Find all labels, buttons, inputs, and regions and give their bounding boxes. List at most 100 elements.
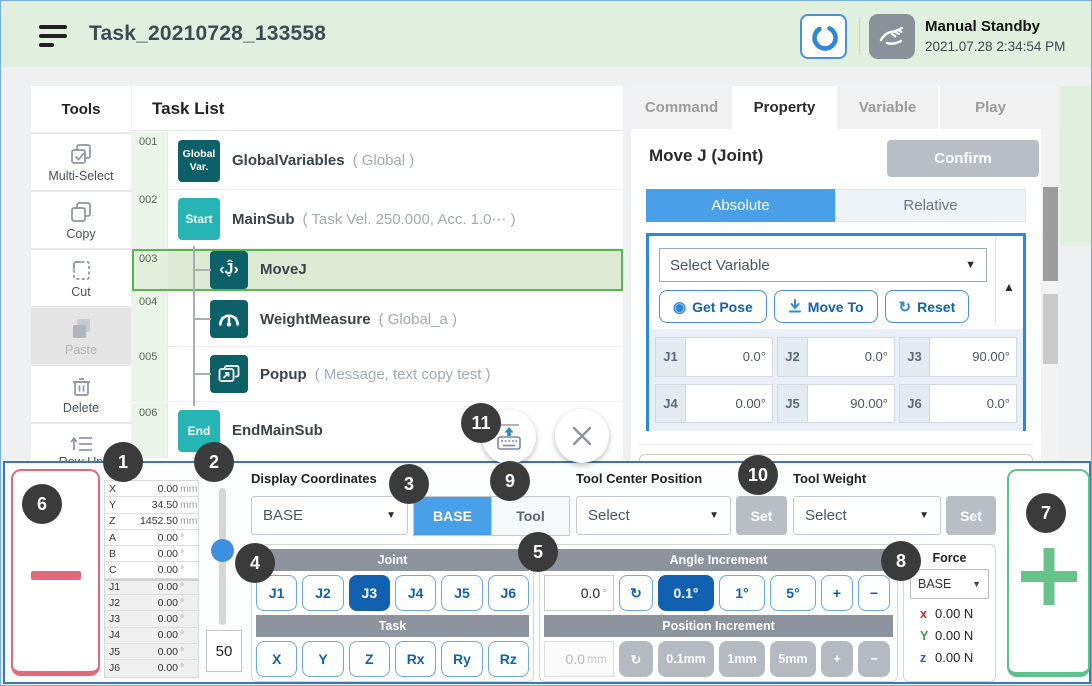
property-tabs: Command Property Variable Play <box>631 86 1041 129</box>
toggle-tool[interactable]: Tool <box>491 497 569 535</box>
scrollbar-thumb[interactable] <box>1043 187 1058 281</box>
tool-label: Multi-Select <box>48 169 113 183</box>
joint-field-j1: J1 0.0° <box>655 337 773 377</box>
position-plus-button[interactable]: + <box>821 641 853 677</box>
tool-center-position-dropdown[interactable]: Select ▼ <box>576 496 731 535</box>
task-row-globalvariables[interactable]: 001 Global Var. GlobalVariables ( Global… <box>132 132 623 190</box>
coord-unit: ° <box>178 629 198 641</box>
absolute-tab[interactable]: Absolute <box>646 189 835 222</box>
tool-label: Copy <box>66 227 95 241</box>
display-coordinates-label: Display Coordinates <box>251 471 377 486</box>
jog-axis-j5[interactable]: J5 <box>441 575 482 611</box>
tab-command[interactable]: Command <box>631 86 734 129</box>
jog-axis-j2[interactable]: J2 <box>302 575 343 611</box>
jog-axis-x[interactable]: X <box>256 641 297 677</box>
force-frame-dropdown[interactable]: BASE ▼ <box>910 569 989 599</box>
coord-value: 0.00 <box>124 548 178 560</box>
jog-axis-ry[interactable]: Ry <box>441 641 482 677</box>
jog-axis-z[interactable]: Z <box>349 641 390 677</box>
tool-cut-button[interactable]: Cut <box>31 250 131 306</box>
reset-button[interactable]: ↻ Reset <box>885 290 970 323</box>
jog-axis-j4[interactable]: J4 <box>395 575 436 611</box>
coord-unit: ° <box>178 548 198 560</box>
paste-icon <box>69 316 94 341</box>
row-body: Popup ( Message, text copy test ) <box>168 347 623 401</box>
jog-axis-y[interactable]: Y <box>302 641 343 677</box>
command-name: EndMainSub <box>232 422 323 439</box>
scrollbar-thumb-secondary[interactable] <box>1043 294 1058 364</box>
tool-weight-value: Select <box>805 507 847 524</box>
menu-icon[interactable] <box>39 25 67 47</box>
tool-copy-button[interactable]: Copy <box>31 192 131 248</box>
position-preset-5mm[interactable]: 5mm <box>770 641 816 677</box>
joint-label: J6 <box>900 385 930 423</box>
position-preset-01mm[interactable]: 0.1mm <box>658 641 714 677</box>
coord-axis: J1 <box>105 581 124 593</box>
joint-value-input[interactable]: 0.0° <box>808 338 894 376</box>
tool-multi-select-button[interactable]: Multi-Select <box>31 134 131 190</box>
joint-buttons-row: J1 J2 J3 J4 J5 J6 <box>256 575 529 611</box>
joint-label: J2 <box>778 338 808 376</box>
robot-gripper-button[interactable] <box>800 14 847 59</box>
variable-select-dropdown[interactable]: Select Variable ▼ <box>659 248 987 282</box>
force-row-x: x 0.00 N <box>908 606 991 621</box>
angle-preset-01[interactable]: 0.1° <box>658 575 714 611</box>
angle-preset-5[interactable]: 5° <box>770 575 816 611</box>
tab-variable[interactable]: Variable <box>837 86 940 129</box>
position-preset-1mm[interactable]: 1mm <box>719 641 765 677</box>
angle-reset-button[interactable]: ↻ <box>619 575 653 611</box>
force-axis: Y <box>920 629 930 643</box>
relative-tab[interactable]: Relative <box>835 189 1026 222</box>
move-to-button[interactable]: Move To <box>774 290 878 323</box>
jog-axis-j6[interactable]: J6 <box>488 575 529 611</box>
joint-section-header: Joint <box>256 549 529 571</box>
joint-value-input[interactable]: 90.00° <box>808 385 894 423</box>
coord-row: Y34.50mm <box>105 497 198 513</box>
joint-value-input[interactable]: 90.00° <box>930 338 1016 376</box>
tcp-set-button[interactable]: Set <box>736 496 787 535</box>
joint-value-input[interactable]: 0.00° <box>686 385 772 423</box>
menu-line <box>39 34 67 38</box>
coord-axis: J2 <box>105 597 124 609</box>
joint-values-grid: J1 0.0° J2 0.0° J3 90.00° J4 0.00° J5 <box>649 329 1023 431</box>
manual-mode-icon[interactable] <box>869 14 915 59</box>
tab-play[interactable]: Play <box>940 86 1041 129</box>
angle-value: 0.0 <box>581 585 600 601</box>
jog-axis-rz[interactable]: Rz <box>488 641 529 677</box>
collapse-button[interactable]: ▲ <box>998 276 1020 298</box>
toggle-base[interactable]: BASE <box>414 497 491 535</box>
position-minus-button[interactable]: − <box>858 641 890 677</box>
tab-property[interactable]: Property <box>734 86 837 129</box>
angle-preset-1[interactable]: 1° <box>719 575 765 611</box>
joint-value-input[interactable]: 0.0° <box>930 385 1016 423</box>
angle-increment-input[interactable]: 0.0 ° <box>544 575 614 611</box>
angle-minus-button[interactable]: − <box>858 575 890 611</box>
tool-paste-button[interactable]: Paste <box>31 308 131 364</box>
badge-text: Global <box>183 148 216 161</box>
tool-weight-dropdown[interactable]: Select ▼ <box>793 496 941 535</box>
force-axis: z <box>920 651 930 665</box>
joint-value-input[interactable]: 0.0° <box>686 338 772 376</box>
task-list-panel: Task List 001 Global Var. GlobalVariable… <box>132 86 623 461</box>
confirm-button[interactable]: Confirm <box>887 140 1039 177</box>
jog-axis-j3[interactable]: J3 <box>349 575 390 611</box>
speed-value-input[interactable]: 50 <box>206 630 242 672</box>
tool-delete-button[interactable]: Delete <box>31 366 131 422</box>
joint-field-j6: J6 0.0° <box>899 384 1017 424</box>
tool-weight-set-button[interactable]: Set <box>946 496 996 535</box>
position-increment-input[interactable]: 0.0 mm <box>544 641 614 677</box>
position-reset-button[interactable]: ↻ <box>619 641 653 677</box>
callout-2: 2 <box>194 442 234 482</box>
task-row-mainsub[interactable]: 002 Start MainSub ( Task Vel. 250.000, A… <box>132 190 623 249</box>
display-coordinates-dropdown[interactable]: BASE ▼ <box>251 496 408 535</box>
jog-axis-rx[interactable]: Rx <box>395 641 436 677</box>
pose-editor-box: Select Variable ▼ ▲ ◉ Get Pose Move To <box>646 233 1026 431</box>
reset-label: Reset <box>917 299 955 315</box>
get-pose-button[interactable]: ◉ Get Pose <box>659 290 767 323</box>
close-button[interactable] <box>555 409 609 463</box>
tools-title: Tools <box>31 86 131 132</box>
speed-slider-knob[interactable] <box>211 539 234 562</box>
row-number: 001 <box>132 132 168 189</box>
property-scrollbar[interactable] <box>1043 129 1058 459</box>
angle-plus-button[interactable]: + <box>821 575 853 611</box>
